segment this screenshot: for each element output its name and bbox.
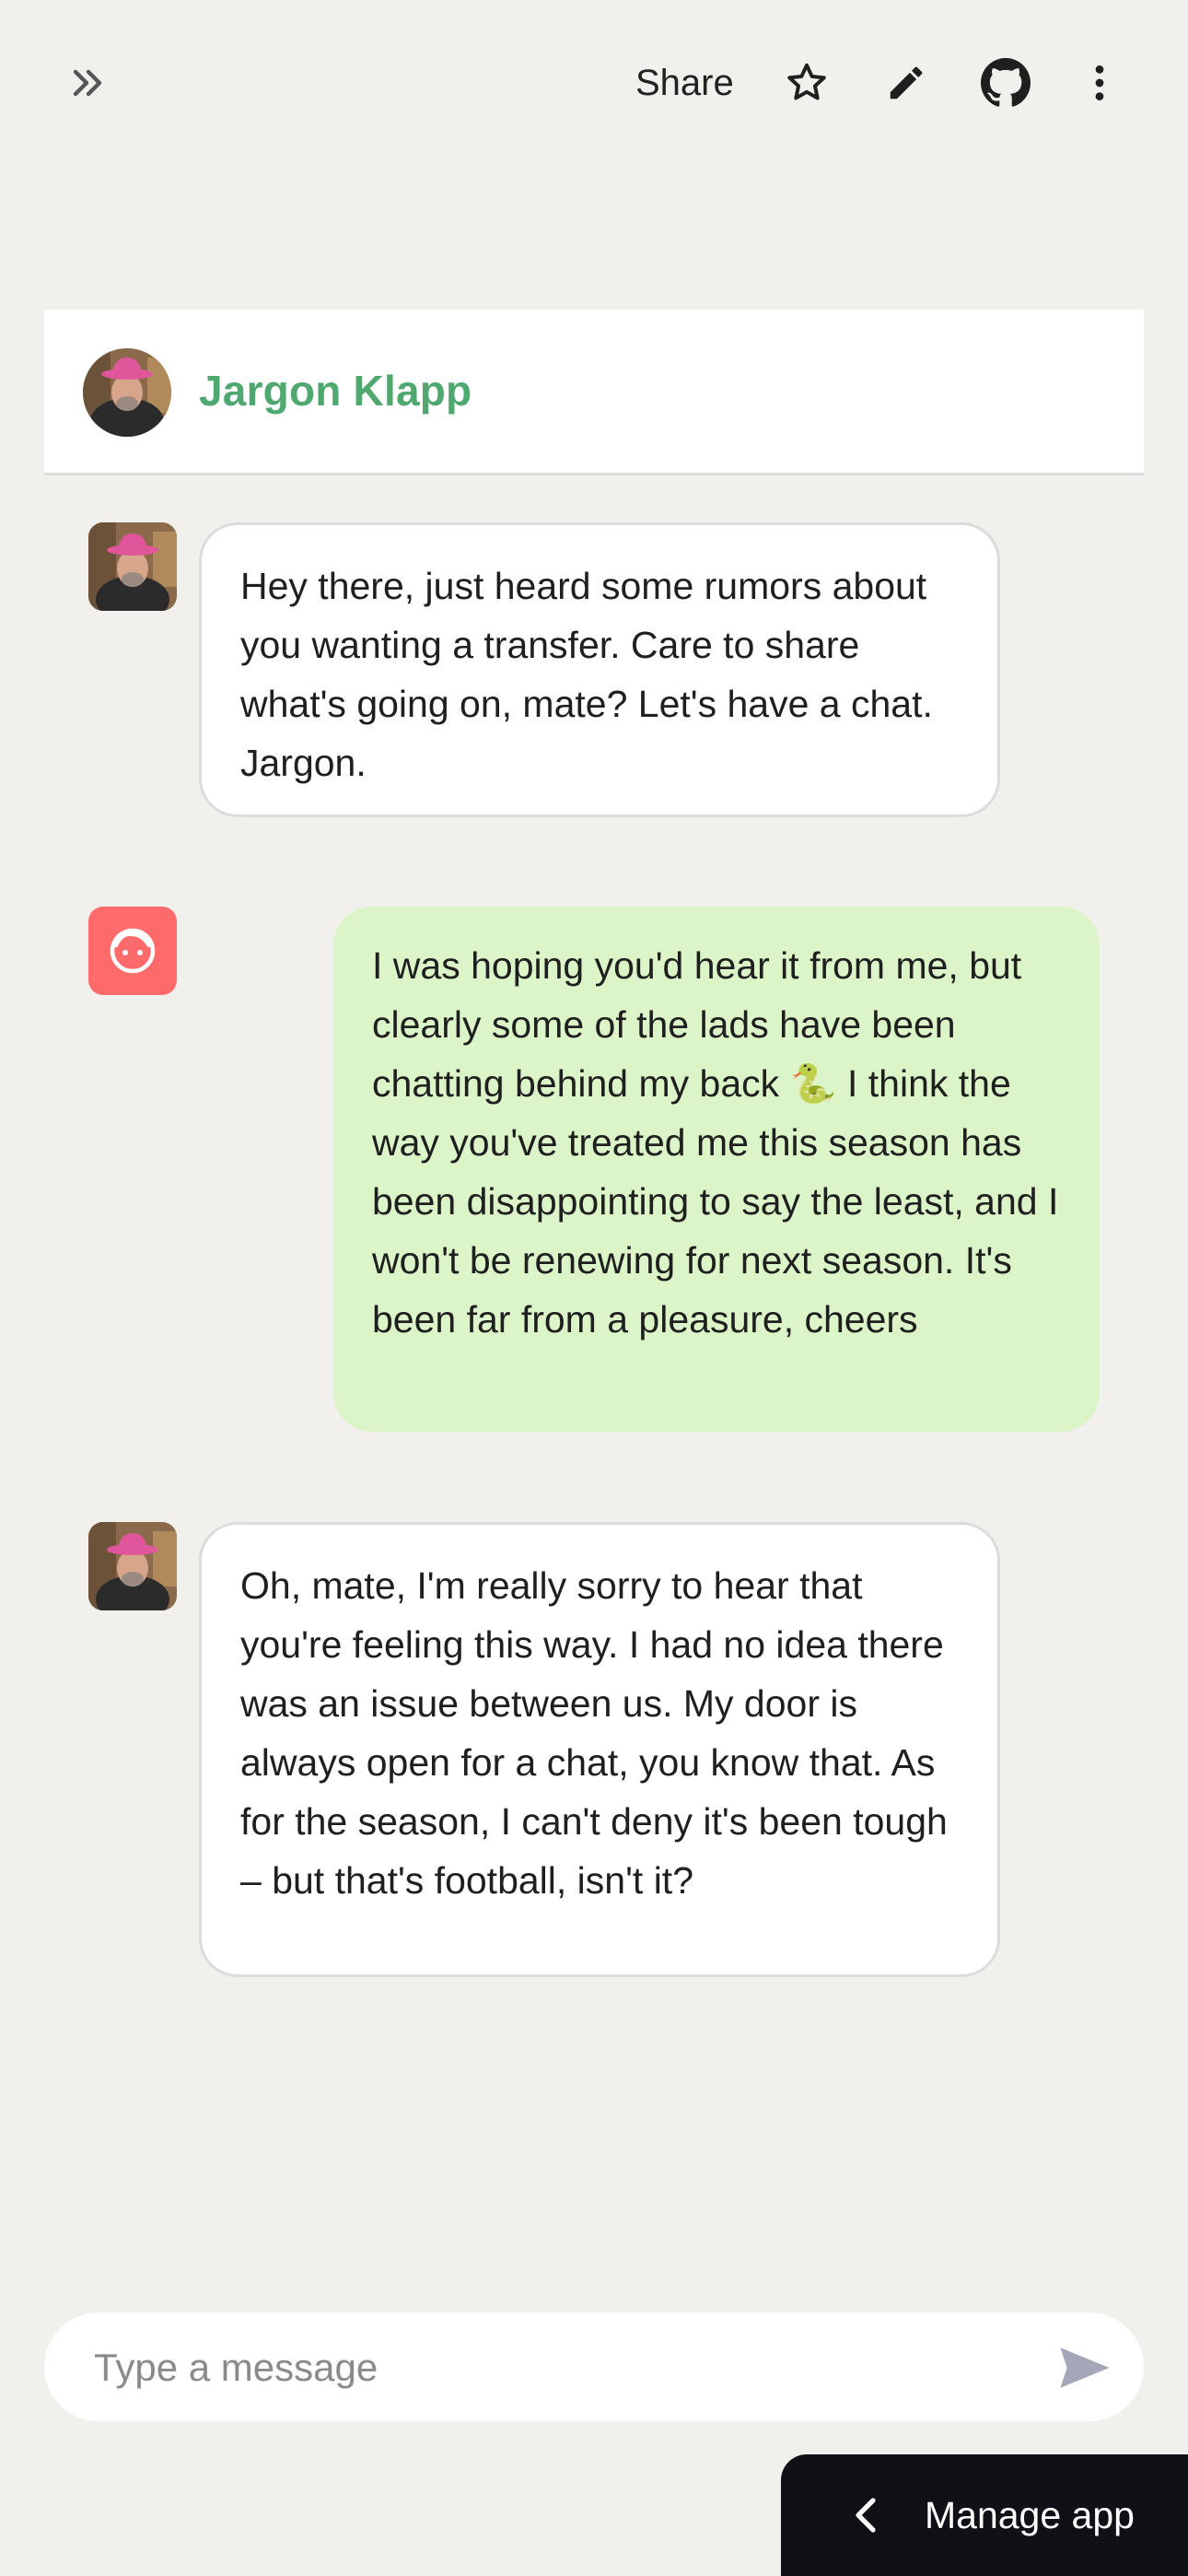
message-composer: [44, 2313, 1144, 2423]
double-chevron-right-icon: [73, 69, 102, 97]
assistant-avatar: [88, 1522, 177, 1610]
github-icon: [981, 58, 1031, 107]
manage-app-button[interactable]: Manage app: [781, 2454, 1188, 2576]
send-icon: [1060, 2348, 1110, 2388]
expand-sidebar-button[interactable]: [61, 55, 116, 111]
github-button[interactable]: [976, 53, 1035, 112]
share-button[interactable]: Share: [635, 53, 734, 112]
message-input[interactable]: [92, 2313, 1017, 2423]
character-name: Jargon Klapp: [199, 367, 472, 415]
user-message: I was hoping you'd hear it from me, but …: [333, 907, 1100, 1432]
user-avatar: [88, 907, 177, 995]
assistant-message: Oh, mate, I'm really sorry to hear that …: [199, 1522, 1000, 1977]
assistant-avatar: [88, 522, 177, 611]
chevron-left-icon: [856, 2498, 876, 2533]
star-button[interactable]: [777, 53, 836, 112]
manage-app-label: Manage app: [925, 2494, 1135, 2536]
assistant-message: Hey there, just heard some rumors about …: [199, 522, 1000, 817]
smiling-face-icon: [110, 928, 156, 974]
more-menu-button[interactable]: [1070, 53, 1129, 112]
star-icon: [787, 63, 826, 100]
character-avatar[interactable]: [83, 348, 171, 437]
edit-button[interactable]: [877, 53, 936, 112]
kebab-menu-icon: [1095, 65, 1104, 100]
character-header: Jargon Klapp: [44, 310, 1144, 475]
pencil-icon: [890, 66, 923, 100]
send-button[interactable]: [1055, 2338, 1114, 2397]
top-bar: Share: [0, 0, 1188, 166]
